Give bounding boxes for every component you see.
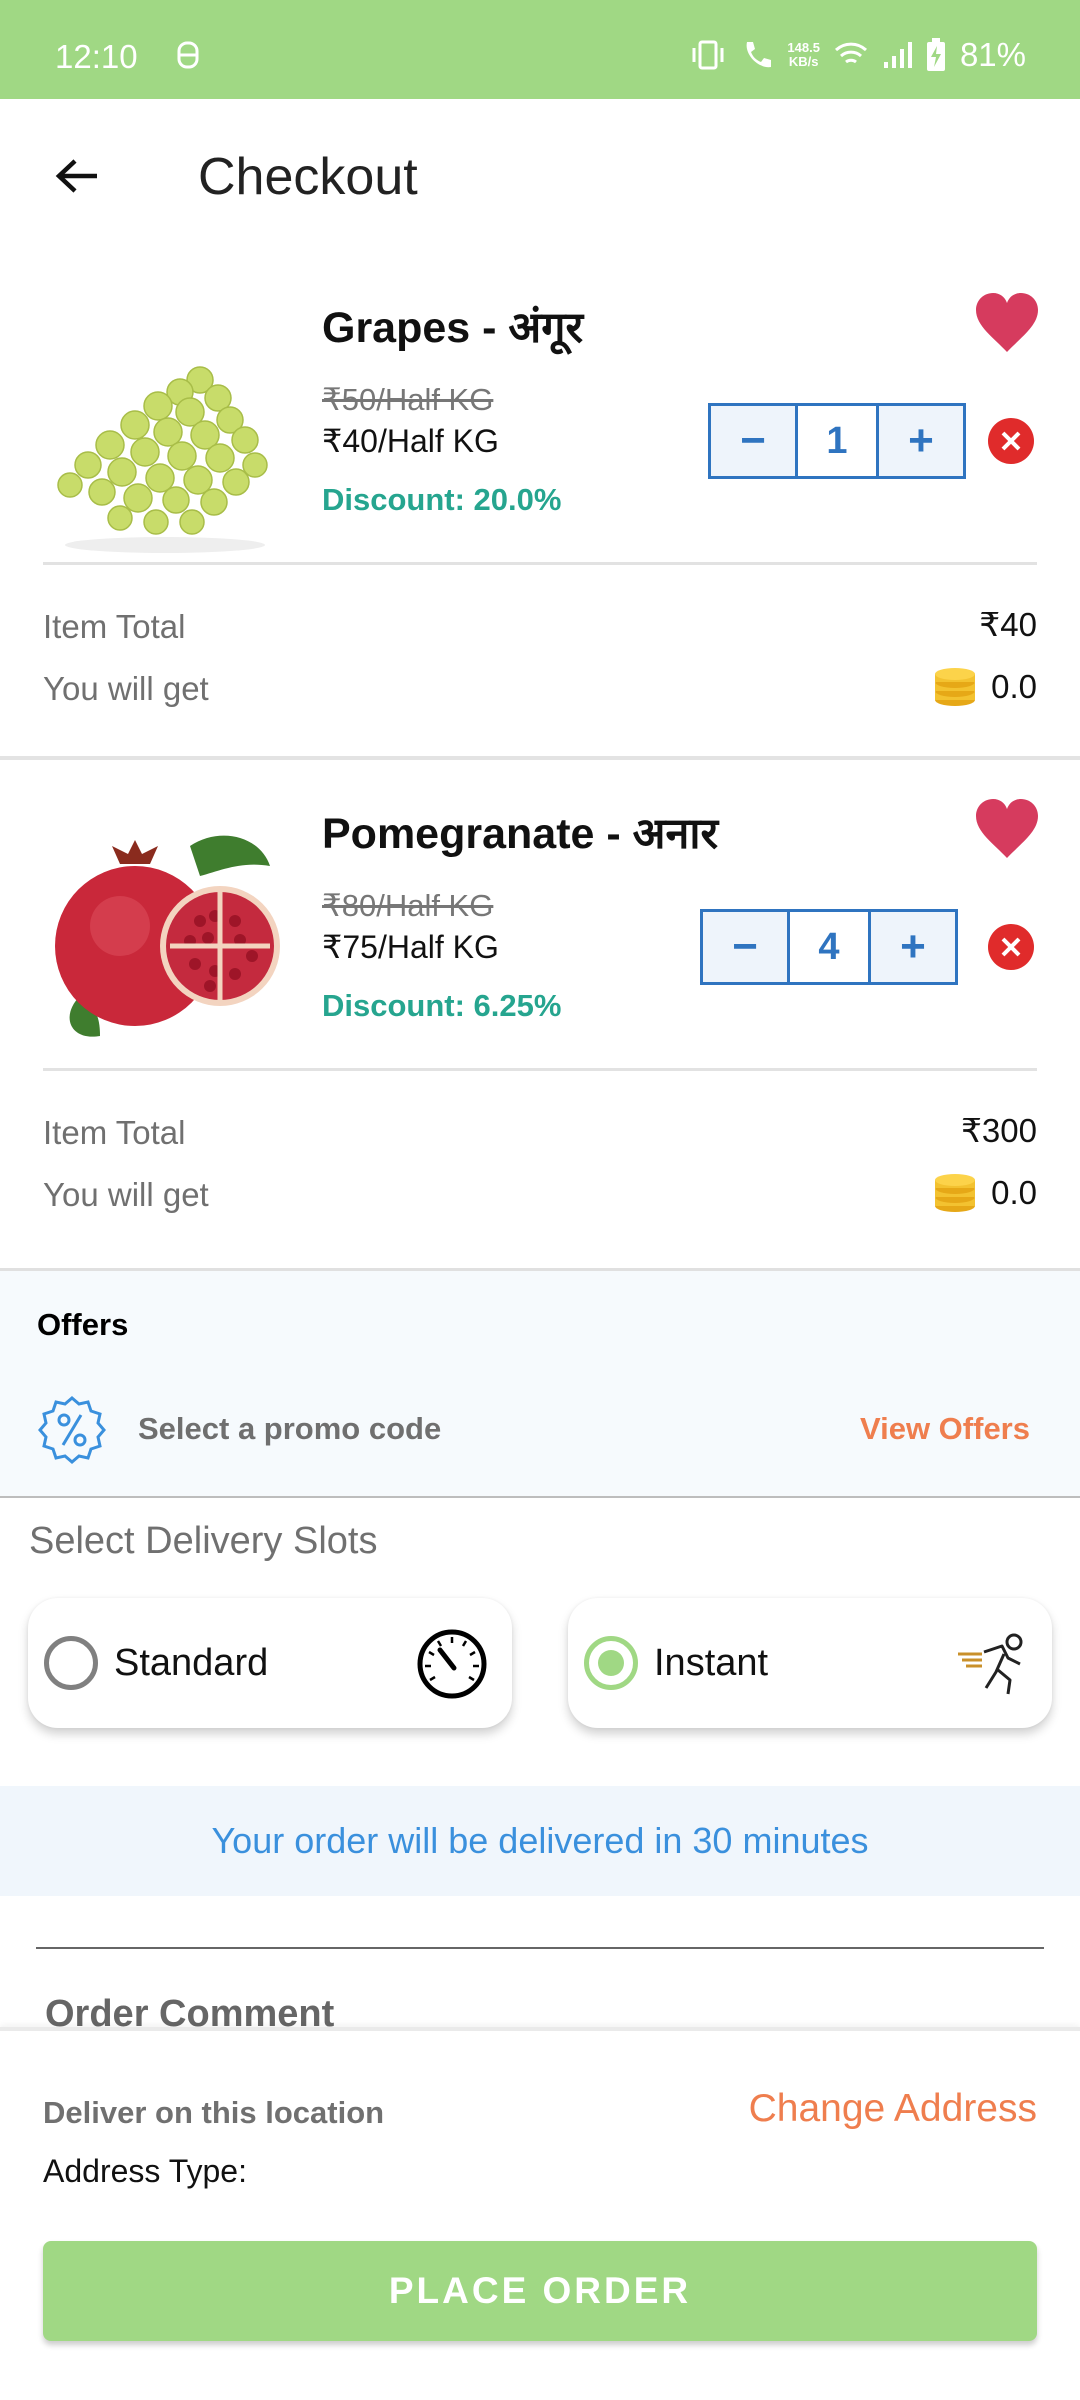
running-man-icon	[958, 1633, 1023, 1695]
cart-item: Pomegranate - अनार ₹80/Half KG ₹75/Half …	[0, 776, 1080, 1266]
close-icon	[1001, 937, 1021, 957]
delivery-eta-banner: Your order will be delivered in 30 minut…	[0, 1786, 1080, 1896]
item-total-value: ₹300	[960, 1112, 1037, 1149]
item-price: ₹40/Half KG	[322, 423, 499, 459]
arrow-left-icon	[55, 159, 97, 193]
section-divider	[0, 756, 1080, 760]
app-header: Checkout	[0, 99, 1080, 259]
speedometer-icon	[417, 1629, 487, 1699]
reward-value: 0.0	[933, 666, 1037, 708]
item-total-label: Item Total	[43, 1114, 186, 1151]
bottom-checkout-panel: Deliver on this location Change Address …	[0, 2027, 1080, 2400]
divider	[43, 562, 1037, 565]
delivery-slot-standard[interactable]: Standard	[28, 1598, 512, 1728]
status-time: 12:10	[55, 38, 138, 75]
page-title: Checkout	[198, 148, 418, 206]
view-offers-link[interactable]: View Offers	[860, 1411, 1030, 1447]
call-icon	[747, 42, 772, 68]
order-comment-label[interactable]: Order Comment	[45, 1993, 334, 2027]
offers-section: Offers Select a promo code View Offers	[0, 1268, 1080, 1498]
pomegranate-image	[55, 835, 280, 1037]
standard-radio[interactable]	[44, 1636, 98, 1690]
slot-label: Instant	[654, 1642, 769, 1684]
favorite-heart-icon[interactable]	[974, 798, 1040, 860]
increase-quantity-button[interactable]: +	[879, 406, 963, 476]
item-original-price: ₹50/Half KG	[322, 382, 494, 417]
signal-icon	[883, 42, 912, 68]
change-address-link[interactable]: Change Address	[749, 2087, 1037, 2131]
battery-charging-icon	[926, 38, 945, 71]
delivery-slots-title: Select Delivery Slots	[29, 1520, 378, 1562]
decrease-quantity-button[interactable]: −	[711, 406, 795, 476]
item-name: Grapes - अंगूर	[322, 304, 584, 352]
item-discount: Discount: 6.25%	[322, 988, 562, 1023]
instant-radio[interactable]	[584, 1636, 638, 1690]
quantity-stepper: − 4 +	[700, 909, 958, 985]
discount-badge-icon	[38, 1396, 106, 1464]
battery-percent: 81%	[959, 36, 1026, 73]
item-discount: Discount: 20.0%	[322, 482, 562, 517]
status-icons: 148.5 KB/s 81%	[689, 36, 1026, 74]
reward-label: You will get	[43, 670, 209, 707]
quantity-value: 1	[795, 406, 879, 476]
quantity-stepper: − 1 +	[708, 403, 966, 479]
select-promo-code[interactable]: Select a promo code	[138, 1411, 441, 1447]
comment-divider	[36, 1947, 1044, 1949]
remove-item-button[interactable]	[988, 924, 1034, 970]
slot-label: Standard	[114, 1642, 269, 1684]
increase-quantity-button[interactable]: +	[871, 912, 955, 982]
item-total-label: Item Total	[43, 608, 186, 645]
place-order-button[interactable]: PLACE ORDER	[43, 2241, 1037, 2341]
close-icon	[1001, 431, 1021, 451]
decrease-quantity-button[interactable]: −	[703, 912, 787, 982]
quantity-value: 4	[787, 912, 871, 982]
back-button[interactable]	[50, 151, 104, 201]
delivery-slot-instant[interactable]: Instant	[568, 1598, 1052, 1728]
favorite-heart-icon[interactable]	[974, 292, 1040, 354]
network-speed: 148.5 KB/s	[787, 40, 820, 69]
item-price: ₹75/Half KG	[322, 929, 499, 965]
grapes-image	[57, 366, 268, 553]
item-original-price: ₹80/Half KG	[322, 888, 494, 923]
item-total-value: ₹40	[979, 606, 1037, 643]
remove-item-button[interactable]	[988, 418, 1034, 464]
vibrate-icon	[692, 40, 724, 70]
coins-icon	[935, 1174, 976, 1212]
deliver-location-label: Deliver on this location	[43, 2095, 385, 2130]
offers-title: Offers	[37, 1307, 129, 1342]
reward-value: 0.0	[933, 1172, 1037, 1214]
cart-item: Grapes - अंगूर ₹50/Half KG ₹40/Half KG D…	[0, 270, 1080, 760]
reward-label: You will get	[43, 1176, 209, 1213]
notification-app-icon	[177, 41, 199, 69]
coins-icon	[935, 668, 976, 706]
item-name: Pomegranate - अनार	[322, 810, 719, 858]
status-bar: 12:10 148.5 KB/s 81%	[0, 0, 1080, 99]
address-type-label: Address Type:	[43, 2153, 247, 2189]
divider	[43, 1068, 1037, 1071]
wifi-icon	[834, 42, 867, 64]
